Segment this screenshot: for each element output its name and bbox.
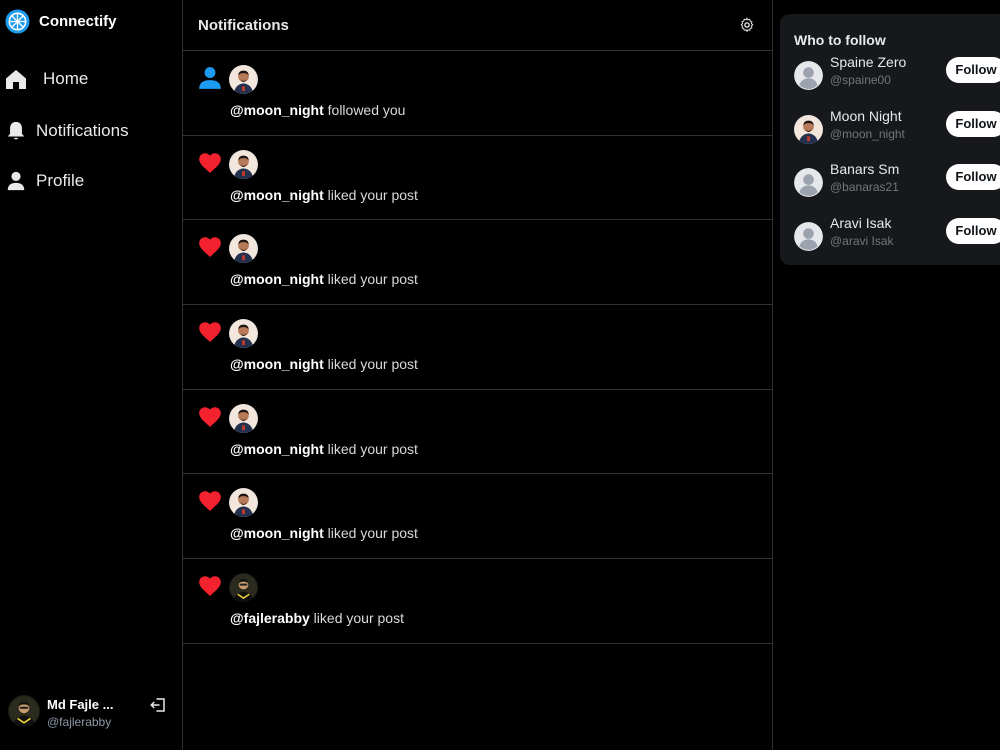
notification-item[interactable]: @moon_night liked your post: [183, 220, 772, 306]
brand-name: Connectify: [39, 13, 117, 30]
heart-icon: [197, 234, 223, 260]
follow-button[interactable]: Follow: [946, 218, 1000, 244]
nav-home[interactable]: Home: [4, 67, 88, 91]
notification-action: liked your post: [323, 440, 418, 457]
suggestion-name[interactable]: Moon Night: [830, 108, 902, 124]
brand[interactable]: Connectify: [5, 9, 117, 34]
notification-text: @fajlerabby liked your post: [230, 610, 404, 626]
page-title: Notifications: [198, 17, 289, 34]
notification-username[interactable]: @moon_night: [230, 271, 324, 287]
heart-icon: [197, 404, 223, 430]
notification-text: @moon_night liked your post: [230, 525, 418, 541]
suggestion-handle: @aravi Isak: [830, 234, 894, 248]
notification-action: liked your post: [309, 610, 404, 627]
connectify-logo-icon: [5, 9, 30, 34]
avatar[interactable]: [229, 404, 258, 433]
nav-profile-label: Profile: [36, 171, 85, 190]
gear-icon[interactable]: [739, 17, 755, 33]
left-sidebar: Connectify Home Notifications Profile Md…: [0, 0, 182, 750]
notification-item[interactable]: @moon_night liked your post: [183, 136, 772, 221]
suggestion-handle: @banaras21: [830, 180, 899, 194]
avatar[interactable]: [794, 222, 823, 251]
heart-icon: [197, 573, 223, 599]
notification-item[interactable]: @moon_night followed you: [183, 51, 772, 136]
notification-text: @moon_night liked your post: [230, 356, 418, 372]
avatar[interactable]: [229, 234, 258, 263]
suggestion-name[interactable]: Aravi Isak: [830, 215, 891, 231]
follow-suggestion-item[interactable]: Banars Sm @banaras21 Follow: [794, 161, 1000, 201]
notification-username[interactable]: @fajlerabby: [230, 610, 310, 626]
notification-item[interactable]: @fajlerabby liked your post: [183, 559, 772, 644]
notification-username[interactable]: @moon_night: [230, 187, 324, 203]
avatar[interactable]: [229, 319, 258, 348]
notification-list: @moon_night followed you @moon_night like…: [183, 51, 772, 644]
avatar[interactable]: [229, 488, 258, 517]
avatar[interactable]: [229, 573, 258, 602]
notification-username[interactable]: @moon_night: [230, 356, 324, 372]
who-to-follow-panel: Who to follow Spaine Zero @spaine00 Follow…: [780, 14, 1000, 265]
avatar[interactable]: [794, 168, 823, 197]
current-user[interactable]: Md Fajle ... @fajlerabby: [8, 692, 173, 732]
notification-username[interactable]: @moon_night: [230, 102, 324, 118]
follow-button[interactable]: Follow: [946, 111, 1000, 137]
notification-username[interactable]: @moon_night: [230, 525, 324, 541]
notification-text: @moon_night liked your post: [230, 271, 418, 287]
notification-action: liked your post: [323, 356, 418, 373]
heart-icon: [197, 150, 223, 176]
notification-text: @moon_night liked your post: [230, 187, 418, 203]
suggestion-handle: @moon_night: [830, 127, 905, 141]
notification-action: liked your post: [323, 271, 418, 288]
avatar: [8, 695, 40, 727]
nav-notifications[interactable]: Notifications: [4, 119, 129, 143]
notification-username[interactable]: @moon_night: [230, 441, 324, 457]
notification-item[interactable]: @moon_night liked your post: [183, 305, 772, 390]
follow-suggestion-item[interactable]: Spaine Zero @spaine00 Follow: [794, 54, 1000, 94]
current-user-name: Md Fajle ...: [47, 697, 114, 712]
follow-suggestion-item[interactable]: Aravi Isak @aravi Isak Follow: [794, 215, 1000, 255]
current-user-handle: @fajlerabby: [47, 715, 112, 729]
notification-action: liked your post: [323, 525, 418, 542]
notification-text: @moon_night liked your post: [230, 441, 418, 457]
home-icon: [4, 67, 28, 91]
follow-button[interactable]: Follow: [946, 164, 1000, 190]
notification-action: liked your post: [323, 186, 418, 203]
notification-text: @moon_night followed you: [230, 102, 405, 118]
user-icon: [4, 169, 28, 193]
heart-icon: [197, 319, 223, 345]
avatar[interactable]: [229, 65, 258, 94]
nav-notifications-label: Notifications: [36, 121, 129, 140]
nav-profile[interactable]: Profile: [4, 169, 84, 193]
follow-button[interactable]: Follow: [946, 57, 1000, 83]
suggestion-name[interactable]: Banars Sm: [830, 161, 899, 177]
notification-item[interactable]: @moon_night liked your post: [183, 474, 772, 560]
avatar[interactable]: [229, 150, 258, 179]
who-to-follow-title: Who to follow: [794, 32, 886, 48]
suggestion-name[interactable]: Spaine Zero: [830, 54, 906, 70]
heart-icon: [197, 488, 223, 514]
notification-item[interactable]: @moon_night liked your post: [183, 390, 772, 475]
nav-home-label: Home: [43, 69, 89, 88]
user-follow-icon: [197, 65, 223, 91]
notifications-column: Notifications @moon_night followed you @m…: [182, 0, 773, 750]
column-header: Notifications: [183, 0, 772, 51]
avatar[interactable]: [794, 61, 823, 90]
follow-suggestion-item[interactable]: Moon Night @moon_night Follow: [794, 108, 1000, 148]
notification-action: followed you: [323, 102, 406, 118]
suggestion-handle: @spaine00: [830, 73, 891, 87]
logout-icon[interactable]: [149, 696, 167, 714]
avatar[interactable]: [794, 115, 823, 144]
bell-icon: [4, 119, 28, 143]
